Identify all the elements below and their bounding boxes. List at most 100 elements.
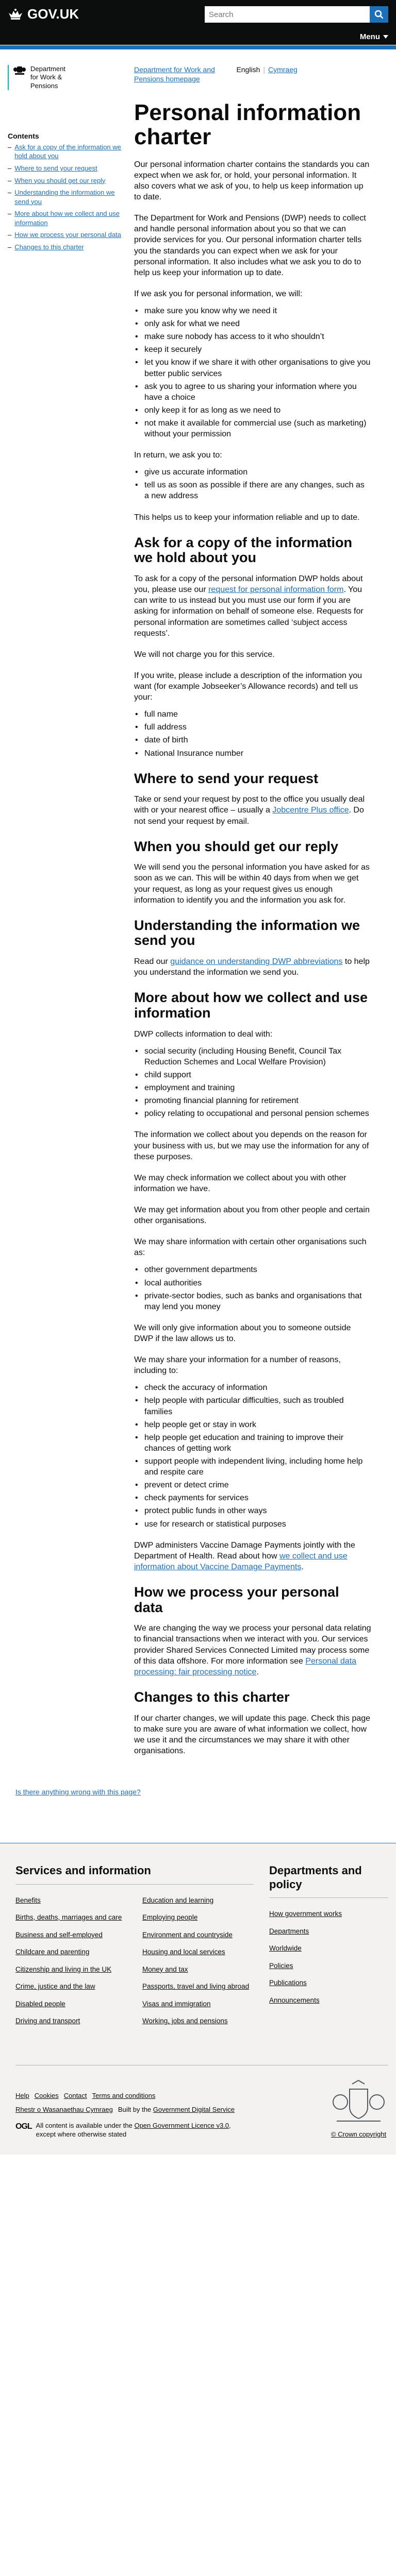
section-paragraph: We may get information about you from ot…	[134, 1206, 370, 1226]
abbreviations-link[interactable]: guidance on understanding DWP abbreviati…	[170, 957, 342, 966]
feedback-section: Is there anything wrong with this page?	[0, 1787, 396, 1843]
org-name: Department for Work & Pensions	[30, 65, 65, 90]
footer-item: Announcements	[269, 1996, 388, 2005]
ogl-link[interactable]: Open Government Licence v3.0	[134, 2122, 229, 2129]
footer-item: Childcare and parenting	[15, 1947, 127, 1957]
contents-item: – How we process your personal data	[8, 230, 121, 240]
footer-item: Business and self-employed	[15, 1930, 127, 1940]
footer-link[interactable]: Environment and countryside	[142, 1931, 233, 1939]
text-fragment: Built by the	[118, 2106, 153, 2114]
govuk-logo-link[interactable]: GOV.UK	[8, 6, 79, 23]
language-switcher: English | Cymraeg	[236, 65, 371, 83]
contents-item: – More about how we collect and use infor…	[8, 209, 122, 227]
built-by: Built by the Government Digital Service	[118, 2106, 235, 2114]
list-item: full name	[134, 709, 371, 720]
footer-link[interactable]: Worldwide	[269, 1944, 302, 1952]
report-problem-link[interactable]: Is there anything wrong with this page?	[15, 1788, 141, 1796]
contents-link[interactable]: Changes to this charter	[14, 243, 84, 252]
org-logo[interactable]: Department for Work & Pensions	[8, 65, 122, 90]
footer-item: Driving and transport	[15, 2016, 127, 2026]
footer-link[interactable]: Publications	[269, 1979, 307, 1987]
request-form-link[interactable]: request for personal information form	[208, 585, 343, 594]
footer-link[interactable]: Money and tax	[142, 1965, 188, 1973]
footer-link[interactable]: Disabled people	[15, 2000, 65, 2008]
reliable-paragraph: This helps us to keep your information r…	[134, 513, 360, 522]
footer-item: Housing and local services	[142, 1947, 254, 1957]
search-button[interactable]	[370, 6, 388, 23]
footer-link[interactable]: How government works	[269, 1910, 342, 1918]
site-header: GOV.UK Menu	[0, 0, 396, 45]
org-homepage-link[interactable]: Department for Work and Pensions homepag…	[134, 65, 236, 83]
we-will-list: make sure you know why we need it only a…	[134, 306, 371, 439]
footer-link[interactable]: Passports, travel and living abroad	[142, 1982, 249, 1990]
footer-link[interactable]: Business and self-employed	[15, 1931, 103, 1939]
we-will-intro: If we ask you for personal information, …	[134, 289, 303, 298]
footer-link[interactable]: Employing people	[142, 1913, 197, 1921]
list-item: only ask for what we need	[134, 318, 371, 329]
contents-item: – Understanding the information we send y…	[8, 188, 122, 206]
footer-item: Worldwide	[269, 1944, 388, 1953]
contents-link[interactable]: Ask for a copy of the information we hol…	[14, 143, 122, 161]
royal-coat-of-arms-icon	[333, 2079, 385, 2122]
footer-link[interactable]: Driving and transport	[15, 2017, 80, 2025]
terms-link[interactable]: Terms and conditions	[92, 2092, 156, 2100]
list-item: date of birth	[134, 735, 371, 745]
page-title: Personal information charter	[134, 100, 361, 149]
section-paragraph: We may share your information for a numb…	[134, 1355, 341, 1376]
section-paragraph: We are changing the way we process your …	[134, 1623, 371, 1677]
section-paragraph: DWP administers Vaccine Damage Payments …	[134, 1540, 371, 1572]
footer-link[interactable]: Births, deaths, marriages and care	[15, 1913, 122, 1921]
welsh-services-link[interactable]: Rhestr o Wasanaethau Cymraeg	[15, 2106, 113, 2114]
list-item: local authorities	[134, 1278, 371, 1289]
crown-icon	[9, 8, 22, 20]
footer-link[interactable]: Education and learning	[142, 1896, 213, 1904]
footer-link[interactable]: Announcements	[269, 1996, 320, 2004]
contents-link[interactable]: Understanding the information we send yo…	[14, 188, 122, 206]
contents-link[interactable]: When you should get our reply	[14, 176, 105, 185]
footer-link[interactable]: Crime, justice and the law	[15, 1982, 95, 1990]
help-link[interactable]: Help	[15, 2092, 29, 2100]
list-item: policy relating to occupational and pers…	[134, 1108, 371, 1119]
lang-welsh-link[interactable]: Cymraeg	[268, 65, 371, 83]
footer-link[interactable]: Working, jobs and pensions	[142, 2017, 228, 2025]
section-paragraph: If you write, please include a descripti…	[134, 671, 362, 702]
search-input[interactable]	[205, 6, 370, 23]
contents-link[interactable]: How we process your personal data	[14, 230, 121, 240]
contents-link[interactable]: More about how we collect and use inform…	[14, 209, 122, 227]
footer-link[interactable]: Childcare and parenting	[15, 1948, 89, 1956]
gds-link[interactable]: Government Digital Service	[153, 2106, 235, 2113]
ogl-logo-icon: OGL	[15, 2122, 32, 2131]
royal-crest-icon	[13, 66, 26, 75]
footer-link[interactable]: Citizenship and living in the UK	[15, 1965, 111, 1973]
govuk-logo-text: GOV.UK	[27, 6, 79, 22]
menu-button[interactable]: Menu	[360, 32, 388, 42]
licence-row: OGL All content is available under the O…	[15, 2122, 232, 2139]
list-item: check the accuracy of information	[134, 1382, 371, 1393]
footer-link[interactable]: Visas and immigration	[142, 2000, 211, 2008]
footer-departments-title: Departments and policy	[269, 1864, 388, 1898]
footer-link[interactable]: Housing and local services	[142, 1948, 225, 1956]
copyright-link[interactable]: © Crown copyright	[331, 2130, 386, 2138]
footer-item: Money and tax	[142, 1965, 254, 1974]
list-item: private-sector bodies, such as banks and…	[134, 1291, 371, 1312]
search-form	[205, 6, 388, 23]
footer-link[interactable]: Policies	[269, 1962, 293, 1970]
list-item: tell us as soon as possible if there are…	[134, 480, 371, 501]
section-heading-reply: When you should get our reply	[134, 838, 339, 854]
contents-link[interactable]: Where to send your request	[14, 164, 97, 173]
meta-links: Help Cookies Contact Terms and condition…	[15, 2092, 253, 2114]
list-item: prevent or detect crime	[134, 1480, 371, 1490]
list-item: National Insurance number	[134, 748, 371, 759]
section-heading-process-data: How we process your personal data	[134, 1584, 339, 1615]
departments-list: How government works Departments Worldwi…	[269, 1909, 388, 2005]
footer-services-title: Services and information	[15, 1864, 254, 1885]
footer-link[interactable]: Benefits	[15, 1896, 41, 1904]
jobcentre-link[interactable]: Jobcentre Plus office	[272, 806, 349, 815]
footer-item: Disabled people	[15, 1999, 127, 2009]
contents-item: – Where to send your request	[8, 164, 97, 173]
reasons-list: check the accuracy of information help p…	[134, 1382, 371, 1529]
footer-item: Publications	[269, 1978, 388, 1988]
footer-link[interactable]: Departments	[269, 1927, 309, 1935]
contact-link[interactable]: Contact	[64, 2092, 87, 2100]
cookies-link[interactable]: Cookies	[35, 2092, 59, 2100]
